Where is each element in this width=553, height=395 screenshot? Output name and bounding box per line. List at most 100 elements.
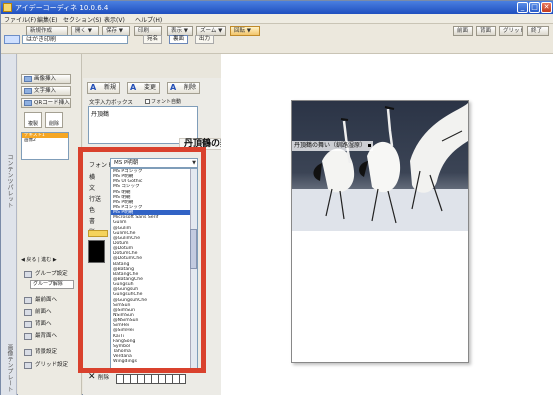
font-items: MS Pゴシック MS P明朝 MS UI Gothic MS ゴシック MS 明朝 MS… <box>111 169 197 364</box>
image-icon <box>24 76 32 82</box>
insert-image-label: 画像挿入 <box>34 76 57 82</box>
delete-text-label: 削除 <box>184 84 197 91</box>
back-icon <box>24 333 32 340</box>
app-window: アイデーコーディネ 10.0.6.4 _ □ ✕ ファイル(F) 編集(E) セ… <box>0 0 553 395</box>
menu-section[interactable]: セクション(S) <box>63 15 102 24</box>
layer-item[interactable]: 画像2 <box>22 138 68 143</box>
image-template-label[interactable]: 画像テンプレート <box>4 344 14 392</box>
bring-forward-button[interactable]: 前面へ <box>21 306 77 318</box>
auto-font-checkbox[interactable]: フォント自動 <box>145 98 181 105</box>
prop-label: 文 <box>89 185 96 192</box>
color-tab[interactable] <box>88 230 108 237</box>
bring-to-front-button[interactable]: 最前面へ <box>21 294 77 306</box>
auto-font-label: フォント自動 <box>151 99 182 105</box>
app-icon <box>3 3 12 12</box>
text-aa-icon: A <box>130 83 137 92</box>
object-panel: 画像挿入 文字挿入 QRコード挿入 複製 削除 テキスト1 画像2 ◀ 戻る |… <box>18 54 82 395</box>
group-settings-label: グループ設定 <box>35 271 68 277</box>
crane-photo[interactable] <box>292 101 468 231</box>
group-icon <box>24 271 32 278</box>
delete-label: 削除 <box>98 375 110 381</box>
toolbar-front-button[interactable]: 前面 <box>453 26 473 36</box>
edit-text-button[interactable]: A 変更 <box>127 82 161 94</box>
background-settings-label: 背景設定 <box>35 349 58 355</box>
bottom-tools: ✕ 削除 <box>88 372 198 384</box>
prop-label: 書 <box>89 218 96 225</box>
background-settings-button[interactable]: 背景設定 <box>21 346 77 358</box>
group-settings-button[interactable]: グループ設定 <box>21 268 77 280</box>
text-aa-icon: A <box>170 83 177 92</box>
window-title: アイデーコーディネ 10.0.6.4 <box>15 4 109 12</box>
text-color-swatch[interactable] <box>88 240 105 263</box>
toolbar-grid-button[interactable]: グリッド <box>499 26 523 36</box>
layer-list[interactable]: テキスト1 画像2 <box>21 132 69 160</box>
prop-label: 横 <box>89 174 96 181</box>
delete-text-button[interactable]: A 削除 <box>167 82 201 94</box>
toolbar-exit-button[interactable]: 終了 <box>527 26 549 36</box>
document-name[interactable]: はがき印刷 <box>22 35 128 44</box>
delete-button[interactable]: ✕ 削除 <box>88 372 110 383</box>
insert-text-button[interactable]: 文字挿入 <box>21 86 71 96</box>
front-icon <box>24 297 32 304</box>
crane-image <box>292 101 468 231</box>
left-sidebar: コンテンツパレット 画像テンプレート <box>1 54 17 395</box>
font-option[interactable]: Wingdings <box>111 359 197 364</box>
insert-qr-label: QRコード挿入 <box>34 100 70 106</box>
text-marker-label: 丹頂鶴の舞い（釧路湿原） <box>294 142 367 149</box>
insert-image-button[interactable]: 画像挿入 <box>21 74 71 84</box>
toolbar-back-button[interactable]: 背面 <box>476 26 496 36</box>
delete-x-icon: ✕ <box>88 372 96 382</box>
forward-icon <box>24 309 32 316</box>
menu-edit[interactable]: 編集(E) <box>37 15 57 24</box>
text-icon <box>24 88 32 94</box>
insert-qr-button[interactable]: QRコード挿入 <box>21 98 71 108</box>
new-text-button[interactable]: A 新規 <box>87 82 121 94</box>
menu-help[interactable]: ヘルプ(H) <box>135 15 162 24</box>
property-labels: 横 文 行送 色 書 影 <box>89 172 109 238</box>
print-icon[interactable] <box>4 35 20 44</box>
minimize-button[interactable]: _ <box>517 2 528 13</box>
tab-output[interactable]: 出力 <box>195 35 215 44</box>
menu-file[interactable]: ファイル(F) <box>4 15 36 24</box>
edit-text-label: 変更 <box>144 84 157 91</box>
close-button[interactable]: ✕ <box>541 2 552 13</box>
background-icon <box>24 349 32 356</box>
new-text-label: 新規 <box>104 84 117 91</box>
page-nav[interactable]: ◀ 戻る | 進む ▶ <box>21 256 77 264</box>
bring-forward-label: 前面へ <box>35 309 52 315</box>
text-object-marker[interactable]: 丹頂鶴の舞い（釧路湿原） <box>292 141 374 151</box>
grid-settings-label: グリッド設定 <box>35 362 69 368</box>
tab-address[interactable]: 宛名 <box>143 35 163 44</box>
font-select[interactable]: MS P明朝 <box>110 158 198 168</box>
title-bar[interactable]: アイデーコーディネ 10.0.6.4 _ □ ✕ <box>1 1 553 14</box>
grid-icon <box>24 362 32 369</box>
menu-bar: ファイル(F) 編集(E) セクション(S) 表示(V) ヘルプ(H) <box>1 14 553 24</box>
text-aa-icon: A <box>90 83 97 92</box>
send-backward-button[interactable]: 背面へ <box>21 318 77 330</box>
duplicate-button[interactable]: 複製 <box>24 112 42 128</box>
resize-handle[interactable] <box>368 144 372 147</box>
font-list-scroll-thumb[interactable] <box>190 229 197 269</box>
prop-label: 行送 <box>89 196 102 203</box>
font-dropdown-list[interactable]: MS Pゴシック MS P明朝 MS UI Gothic MS ゴシック MS 明朝 MS… <box>110 168 198 369</box>
send-to-back-button[interactable]: 最背面へ <box>21 330 77 342</box>
grid-settings-button[interactable]: グリッド設定 <box>21 359 77 371</box>
insert-text-label: 文字挿入 <box>34 88 57 94</box>
tab-back-side[interactable]: 裏面 <box>169 35 189 44</box>
send-to-back-label: 最背面へ <box>35 333 58 339</box>
delete-object-button[interactable]: 削除 <box>45 112 63 128</box>
checkbox-icon[interactable] <box>145 99 150 104</box>
bring-to-front-label: 最前面へ <box>35 297 58 303</box>
design-canvas[interactable]: 丹頂鶴の舞い（釧路湿原） <box>221 54 553 395</box>
grid-pattern-selector[interactable] <box>116 374 186 384</box>
ungroup-button[interactable]: グループ解除 <box>30 280 74 289</box>
postcard-page[interactable]: 丹頂鶴の舞い（釧路湿原） <box>291 100 469 363</box>
content-palette-label[interactable]: コンテンツパレット <box>4 154 14 208</box>
menu-view[interactable]: 表示(V) <box>104 15 125 24</box>
toolbar-rotate-button[interactable]: 回転 ▼ <box>230 26 260 36</box>
send-backward-label: 背面へ <box>35 321 52 327</box>
maximize-button[interactable]: □ <box>529 2 540 13</box>
backward-icon <box>24 321 32 328</box>
prop-label: 色 <box>89 207 96 214</box>
qr-icon <box>24 100 32 106</box>
